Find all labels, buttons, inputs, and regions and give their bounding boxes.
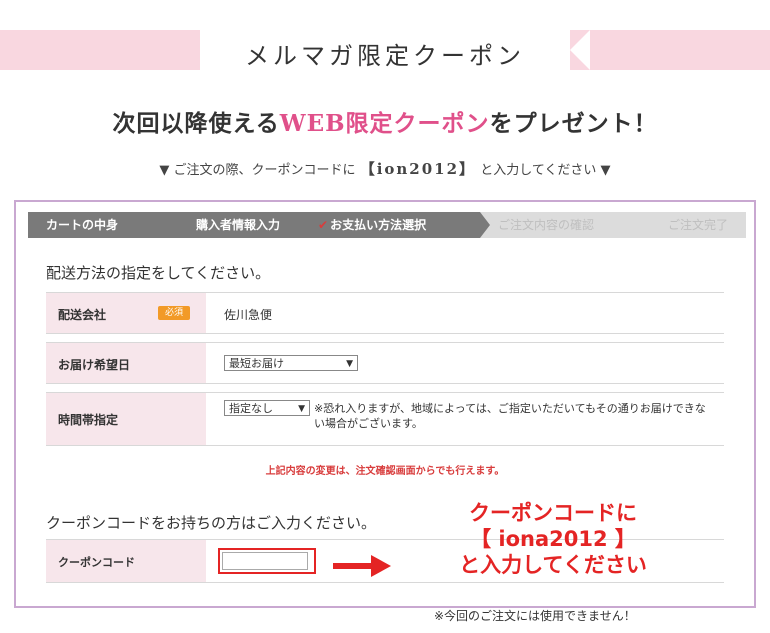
delivery-time-select[interactable]: 指定なし ▼ [224,400,310,416]
carrier-row: 配送会社 必須 佐川急便 [46,292,724,334]
delivery-date-selected: 最短お届け [229,357,284,370]
carrier-value: 佐川急便 [224,308,273,322]
step-complete: ご注文完了 [668,218,729,232]
coupon-label: クーポンコード [58,556,135,569]
step-confirm: ご注文内容の確認 [498,218,595,232]
instruction: ▼ ご注文の際、クーポンコードに 【ion2012】 と入力してください ▼ [0,158,770,179]
coupon-code-input[interactable] [222,552,308,570]
headline-before: 次回以降使える [112,110,280,137]
date-label-cell: お届け希望日 [46,343,206,383]
callout-line-3: と入力してください [459,553,647,577]
step-buyer-info: 購入者情報入力 [196,218,281,232]
delivery-time-note: ※恐れ入りますが、地域によっては、ご指定いただいてもその通りお届けできない場合が… [314,402,706,430]
date-value-cell: 最短お届け ▼ [206,343,724,383]
delivery-date-select[interactable]: 最短お届け ▼ [224,355,358,371]
arrow-head-icon [371,555,391,577]
delivery-section-title: 配送方法の指定をしてください。 [46,264,271,282]
required-badge: 必須 [158,306,190,320]
banner-right-notch [570,30,590,70]
step-payment-label: お支払い方法選択 [330,218,427,232]
time-row: 時間帯指定 指定なし ▼ ※恐れ入りますが、地域によっては、ご指定いただいてもそ… [46,392,724,446]
step-cart: カートの中身 [46,218,119,232]
instruction-code: 【ion2012】 [359,160,477,178]
carrier-label-cell: 配送会社 必須 [46,293,206,333]
coupon-section-title: クーポンコードをお持ちの方はご入力ください。 [46,514,377,532]
coupon-input-highlight [218,548,316,574]
date-label: お届け希望日 [58,358,131,372]
carrier-label: 配送会社 [58,308,107,322]
time-value-cell: 指定なし ▼ ※恐れ入りますが、地域によっては、ご指定いただいてもその通りお届け… [206,393,724,445]
carrier-value-cell: 佐川急便 [206,293,724,333]
banner-title: メルマガ限定クーポン [245,42,525,70]
coupon-callout: クーポンコードに 【 iona2012 】 と入力してください [433,500,673,578]
dropdown-arrow-icon: ▼ [298,404,305,414]
time-label: 時間帯指定 [58,413,119,427]
date-row: お届け希望日 最短お届け ▼ [46,342,724,384]
instruction-prefix: ▼ ご注文の際、クーポンコードに [159,163,356,178]
check-icon: ✔ [318,218,329,232]
delivery-time-selected: 指定なし [229,402,273,415]
headline-after: をプレゼント！ [489,110,658,137]
change-note: 上記内容の変更は、注文確認画面からでも行えます。 [265,466,505,477]
current-step-arrow [480,212,490,238]
callout-line-1: クーポンコードに [469,501,637,525]
step-payment: ✔ お支払い方法選択 [318,212,426,238]
footnote: ※今回のご注文には使用できません！ [434,609,636,623]
arrow-icon [333,563,371,569]
headline: 次回以降使えるWEB限定クーポンをプレゼント！ [0,104,770,138]
time-label-cell: 時間帯指定 [46,393,206,445]
coupon-label-cell: クーポンコード [46,540,206,582]
instruction-suffix: と入力してください ▼ [480,163,611,178]
headline-accent: WEB限定クーポン [279,110,490,137]
banner: メルマガ限定クーポン [0,30,770,70]
callout-line-2: 【 iona2012 】 [470,527,636,551]
dropdown-arrow-icon: ▼ [346,359,353,369]
checkout-steps: カートの中身 購入者情報入力 ✔ お支払い方法選択 ご注文内容の確認 ご注文完了 [28,212,746,238]
banner-left-notch [180,30,200,70]
